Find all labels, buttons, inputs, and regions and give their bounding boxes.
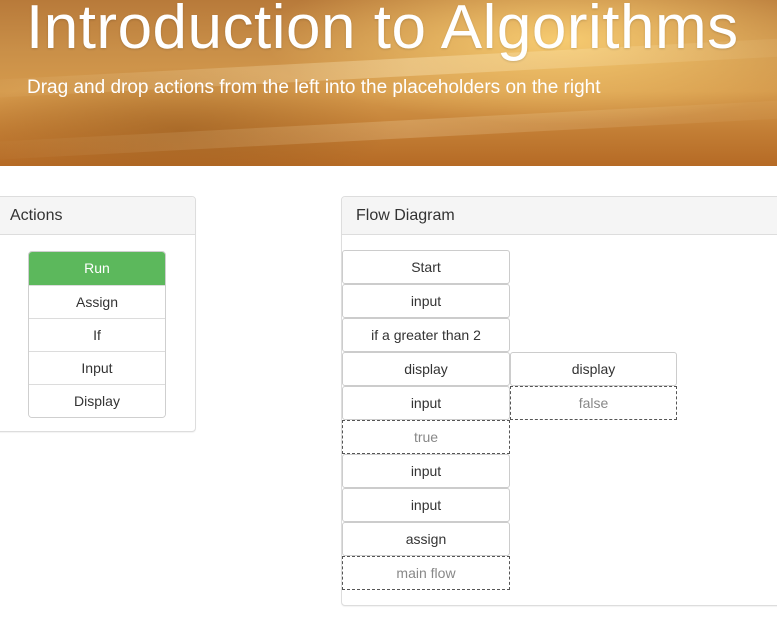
action-input-item[interactable]: Input: [29, 351, 165, 384]
flow-block-start[interactable]: Start: [342, 250, 510, 284]
header-banner: Introduction to Algorithms Drag and drop…: [0, 0, 777, 166]
action-list: Run Assign If Input Display: [28, 251, 166, 418]
flow-block-input[interactable]: input: [342, 386, 510, 420]
actions-panel: Actions Run Assign If Input Display: [0, 196, 196, 432]
flow-branch-block-display[interactable]: display: [510, 352, 677, 386]
flow-block-assign[interactable]: assign: [342, 522, 510, 556]
flow-placeholder-main-flow[interactable]: main flow: [342, 556, 510, 590]
flow-block-input[interactable]: input: [342, 284, 510, 318]
flow-placeholder-false[interactable]: false: [510, 386, 677, 420]
action-display-item[interactable]: Display: [29, 384, 165, 417]
action-run-button[interactable]: Run: [29, 252, 165, 285]
action-if-item[interactable]: If: [29, 318, 165, 351]
flow-placeholder-true[interactable]: true: [342, 420, 510, 454]
flow-block-input[interactable]: input: [342, 454, 510, 488]
flow-block-display[interactable]: display: [342, 352, 510, 386]
action-assign-item[interactable]: Assign: [29, 285, 165, 318]
page-title: Introduction to Algorithms: [26, 0, 739, 62]
banner-cloud-streak: [0, 96, 777, 162]
actions-panel-heading: Actions: [0, 197, 195, 235]
flow-diagram-heading: Flow Diagram: [342, 197, 777, 235]
page-subtitle: Drag and drop actions from the left into…: [27, 77, 601, 98]
flow-block-input[interactable]: input: [342, 488, 510, 522]
flow-block-if[interactable]: if a greater than 2: [342, 318, 510, 352]
